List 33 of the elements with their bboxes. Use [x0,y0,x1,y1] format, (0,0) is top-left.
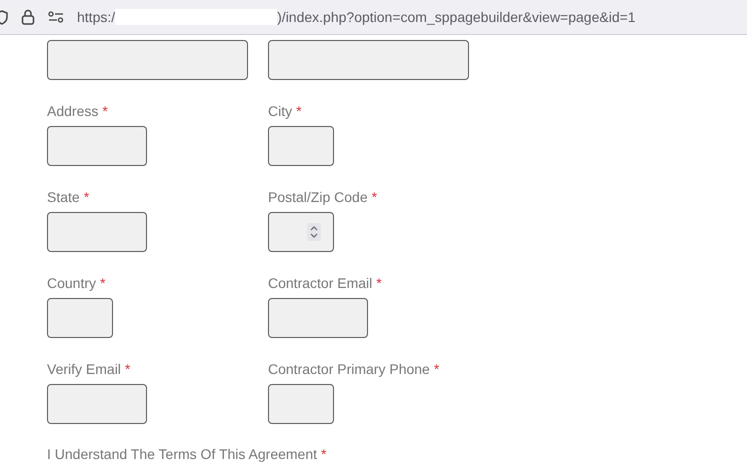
field-label: Address [47,103,98,119]
required-mark: * [296,103,302,119]
url-text[interactable]: https:/ [77,9,116,25]
input-field[interactable] [47,126,147,166]
spinner-icon[interactable] [307,223,321,241]
input-field[interactable] [47,212,147,252]
required-mark: * [124,361,130,377]
agreement-label: I Understand The Terms Of This Agreement [47,446,318,462]
field-label: Verify Email [47,361,121,377]
field-label: State [47,189,80,205]
number-field[interactable] [268,212,334,252]
field-label: City [268,103,292,119]
input-field[interactable] [47,298,113,338]
field-label: Contractor Primary Phone [268,361,430,377]
input-field[interactable] [268,384,334,424]
required-mark: * [321,446,326,462]
url-text[interactable]: )/index.php?option=com_sppagebuilder&view=page&id=1 [277,9,636,25]
lock-icon[interactable] [21,9,35,25]
input-field[interactable] [47,384,147,424]
input-field[interactable] [268,126,334,166]
field-label: Country [47,275,96,291]
required-mark: * [102,103,108,119]
field-label: Contractor Email [268,275,372,291]
field-label: Postal/Zip Code [268,189,368,205]
required-mark: * [434,361,440,377]
required-mark: * [376,275,382,291]
input-field[interactable] [47,40,248,80]
required-mark: * [84,189,90,205]
permissions-icon[interactable] [48,11,64,23]
required-mark: * [372,189,378,205]
required-mark: * [100,275,106,291]
input-field[interactable] [268,40,469,80]
input-field[interactable] [268,298,368,338]
